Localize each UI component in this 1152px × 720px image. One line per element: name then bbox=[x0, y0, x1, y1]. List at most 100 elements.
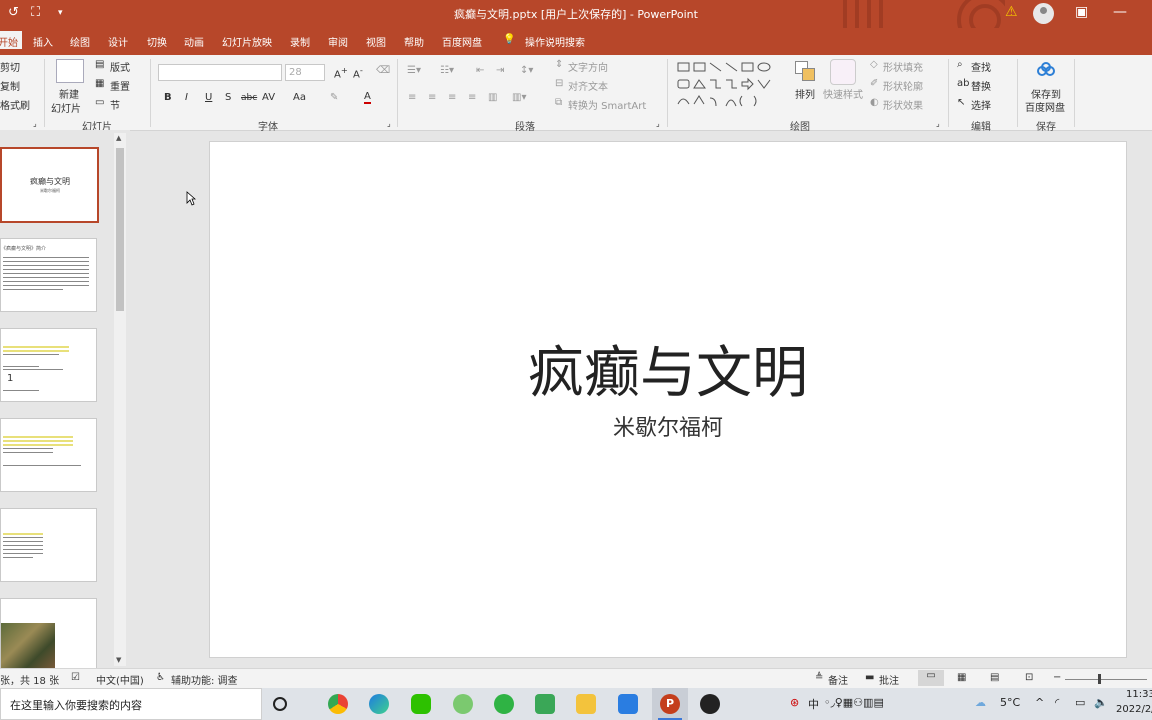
select-button[interactable]: 选择 bbox=[971, 97, 991, 112]
temperature[interactable]: 5°C bbox=[1000, 696, 1020, 709]
clock-date[interactable]: 2022/2/ bbox=[1116, 704, 1152, 715]
align-center-icon[interactable]: ≡ bbox=[428, 92, 436, 103]
text-direction-button[interactable]: 文字方向 bbox=[568, 59, 608, 74]
slide-title[interactable]: 疯癫与文明 bbox=[210, 328, 1126, 409]
distribute-icon[interactable]: ▥ bbox=[488, 92, 497, 103]
underline-button[interactable]: U bbox=[205, 92, 212, 103]
language-status[interactable]: 中文(中国) bbox=[96, 672, 144, 687]
tab-animations[interactable]: 动画 bbox=[184, 34, 204, 49]
task-view-icon[interactable] bbox=[273, 697, 287, 711]
chrome-icon[interactable] bbox=[328, 694, 348, 714]
thumbnail-slide-4[interactable] bbox=[0, 418, 97, 492]
slide-sorter-icon[interactable]: ▦ bbox=[957, 672, 966, 683]
line-spacing-icon[interactable]: ↕▾ bbox=[520, 65, 533, 76]
slide-subtitle[interactable]: 米歇尔福柯 bbox=[210, 410, 1126, 442]
tell-me-search[interactable]: 操作说明搜索 bbox=[525, 34, 585, 49]
font-size-combo[interactable]: 28 bbox=[285, 64, 325, 81]
numbering-icon[interactable]: ☷▾ bbox=[440, 65, 454, 76]
new-slide-icon[interactable] bbox=[56, 59, 84, 83]
spelling-icon[interactable]: ☑ bbox=[71, 672, 80, 683]
obs-icon[interactable] bbox=[700, 694, 720, 714]
arrange-button[interactable]: 排列 bbox=[795, 86, 815, 101]
zoom-out-icon[interactable]: − bbox=[1053, 672, 1061, 683]
thumbnail-slide-5[interactable] bbox=[0, 508, 97, 582]
scroll-up-icon[interactable]: ▲ bbox=[116, 134, 121, 142]
chevron-up-icon[interactable]: ^ bbox=[1035, 696, 1044, 709]
convert-smartart-button[interactable]: 转换为 SmartArt bbox=[568, 97, 646, 112]
shape-outline-button[interactable]: 形状轮廓 bbox=[883, 78, 923, 93]
tab-draw[interactable]: 绘图 bbox=[70, 34, 90, 49]
reset-button[interactable]: 重置 bbox=[110, 78, 130, 93]
cut-button[interactable]: 剪切 bbox=[0, 59, 20, 74]
antivirus-tray-icon[interactable]: ⊛ bbox=[790, 696, 799, 709]
copy-button[interactable]: 复制 bbox=[0, 78, 20, 93]
char-spacing-button[interactable]: AV bbox=[262, 92, 275, 103]
powerpoint-taskbar-button[interactable]: P bbox=[652, 688, 688, 720]
increase-indent-icon[interactable]: ⇥ bbox=[496, 65, 504, 76]
drawing-launcher-icon[interactable]: ⌟ bbox=[936, 119, 940, 128]
align-left-icon[interactable]: ≡ bbox=[408, 92, 416, 103]
wechat-icon[interactable] bbox=[411, 694, 431, 714]
slideshow-view-icon[interactable]: ⊡ bbox=[1025, 672, 1033, 683]
quick-styles-button[interactable]: 快速样式 bbox=[823, 86, 863, 101]
zoom-slider[interactable] bbox=[1065, 679, 1147, 680]
shape-effects-button[interactable]: 形状效果 bbox=[883, 97, 923, 112]
edge-icon[interactable] bbox=[369, 694, 389, 714]
clear-format-icon[interactable]: ⌫ bbox=[376, 65, 390, 76]
font-launcher-icon[interactable]: ⌟ bbox=[387, 119, 391, 128]
tab-baidu-netdisk[interactable]: 百度网盘 bbox=[442, 34, 482, 49]
thumbnail-slide-6[interactable] bbox=[0, 598, 97, 670]
tab-home[interactable]: 开始 bbox=[0, 31, 22, 49]
warning-icon[interactable]: ⚠ bbox=[1005, 4, 1018, 20]
thumbnail-slide-1[interactable]: 疯癫与文明 米歇尔福柯 bbox=[0, 147, 99, 223]
scroll-down-icon[interactable]: ▼ bbox=[116, 656, 121, 664]
shadow-button[interactable]: S bbox=[225, 92, 231, 103]
format-painter-button[interactable]: 格式刷 bbox=[0, 97, 30, 112]
reading-view-icon[interactable]: ▤ bbox=[990, 672, 999, 683]
strikethrough-button[interactable]: abc bbox=[241, 93, 257, 103]
slide-canvas[interactable]: 疯癫与文明 米歇尔福柯 bbox=[209, 141, 1127, 658]
quick-styles-icon[interactable] bbox=[830, 59, 856, 85]
baidu-netdisk-icon[interactable] bbox=[1036, 62, 1056, 78]
weather-icon[interactable]: ☁ bbox=[975, 696, 986, 709]
decrease-indent-icon[interactable]: ⇤ bbox=[476, 65, 484, 76]
thumbnail-slide-2[interactable]: 《疯癫与文明》简介 bbox=[0, 238, 97, 312]
thumbnail-slide-3[interactable]: 1 bbox=[0, 328, 97, 402]
ime-language[interactable]: 中 bbox=[808, 696, 819, 712]
new-slide-label-2[interactable]: 幻灯片 bbox=[51, 100, 81, 115]
font-color-button[interactable]: A bbox=[364, 91, 371, 104]
browser-360-icon[interactable] bbox=[453, 694, 473, 714]
arrange-icon[interactable] bbox=[793, 59, 817, 83]
clipboard-launcher-icon[interactable]: ⌟ bbox=[33, 119, 37, 128]
ribbon-display-icon[interactable]: ▣ bbox=[1075, 4, 1088, 20]
paragraph-launcher-icon[interactable]: ⌟ bbox=[656, 119, 660, 128]
shrink-font-icon[interactable]: A- bbox=[353, 65, 363, 80]
network-icon[interactable]: ◜ bbox=[1055, 696, 1059, 709]
columns-icon[interactable]: ▥▾ bbox=[512, 92, 526, 103]
replace-button[interactable]: 替换 bbox=[971, 78, 991, 93]
highlight-icon[interactable]: ✎ bbox=[330, 92, 338, 103]
shape-fill-button[interactable]: 形状填充 bbox=[883, 59, 923, 74]
power-icon[interactable]: ▭ bbox=[1075, 696, 1085, 709]
bullets-icon[interactable]: ☰▾ bbox=[407, 65, 421, 76]
find-button[interactable]: 查找 bbox=[971, 59, 991, 74]
avatar[interactable] bbox=[1033, 3, 1054, 24]
zoom-slider-thumb[interactable] bbox=[1098, 674, 1101, 684]
grow-font-icon[interactable]: A+ bbox=[334, 65, 348, 80]
save-to-label-2[interactable]: 百度网盘 bbox=[1025, 99, 1065, 114]
tab-transitions[interactable]: 切换 bbox=[147, 34, 167, 49]
clock-time[interactable]: 11:33 bbox=[1126, 689, 1152, 700]
tab-review[interactable]: 审阅 bbox=[328, 34, 348, 49]
volume-icon[interactable]: 🔈 bbox=[1094, 696, 1108, 709]
notes-button[interactable]: 备注 bbox=[828, 672, 848, 687]
thumbnails-scroll-thumb[interactable] bbox=[116, 148, 124, 311]
shapes-gallery[interactable] bbox=[676, 60, 781, 112]
accessibility-status[interactable]: 辅助功能: 调查 bbox=[171, 672, 238, 687]
app-green-icon[interactable] bbox=[494, 694, 514, 714]
tab-slideshow[interactable]: 幻灯片放映 bbox=[222, 34, 272, 49]
tab-insert[interactable]: 插入 bbox=[33, 34, 53, 49]
taskbar-search-box[interactable]: 在这里输入你要搜索的内容 bbox=[0, 688, 262, 720]
align-right-icon[interactable]: ≡ bbox=[448, 92, 456, 103]
comments-button[interactable]: 批注 bbox=[879, 672, 899, 687]
bold-button[interactable]: B bbox=[164, 92, 172, 103]
